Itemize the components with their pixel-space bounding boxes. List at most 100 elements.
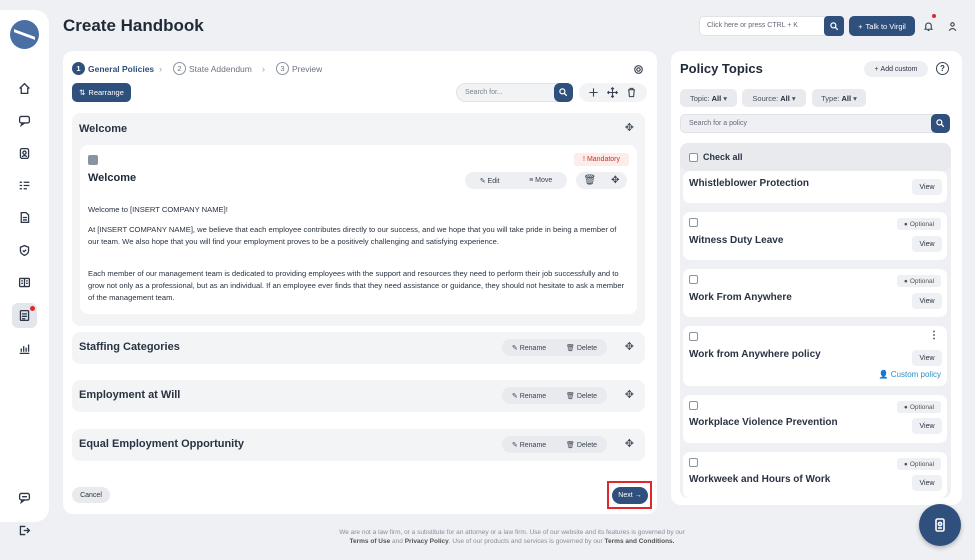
policy-item-title: Whistleblower Protection [689, 178, 810, 189]
add-icon[interactable] [588, 87, 599, 98]
privacy-policy-link[interactable]: Privacy Policy [405, 538, 449, 545]
book-icon[interactable] [12, 270, 37, 295]
drag-handle-icon[interactable]: ✥ [625, 388, 634, 401]
rename-button[interactable]: ✎ Rename [512, 392, 546, 400]
step-general-policies[interactable]: 1 General Policies [72, 62, 154, 75]
handbook-icon [935, 518, 945, 532]
terms-of-use-link[interactable]: Terms of Use [350, 538, 391, 545]
mandatory-badge: ! Mandatory [574, 153, 629, 166]
next-button[interactable]: Next → [612, 487, 648, 504]
badge-label: Mandatory [586, 156, 621, 163]
rename-label: Rename [519, 344, 547, 352]
delete-button[interactable]: 🗑 Delete [566, 392, 597, 400]
section-staffing-categories: Staffing Categories ✎ Rename 🗑 Delete ✥ [72, 332, 645, 364]
filter-label: Source: [752, 93, 779, 103]
policy-item-custom: ⋮ Work from Anywhere policy View 👤 Custo… [683, 326, 947, 386]
section-search-input[interactable]: Search for... [456, 83, 573, 102]
policy-item: ● Optional Witness Duty Leave View [683, 212, 947, 260]
policy-search-input[interactable]: Search for a policy [680, 114, 950, 133]
next-button-highlight: Next → [607, 481, 652, 509]
view-button[interactable]: View [912, 418, 942, 434]
section-employment-at-will: Employment at Will ✎ Rename 🗑 Delete ✥ [72, 380, 645, 412]
search-icon[interactable] [931, 114, 950, 133]
type-filter[interactable]: Type: All ▾ [812, 89, 866, 107]
edit-button[interactable]: ✎ Edit [480, 177, 500, 185]
trash-icon[interactable] [626, 87, 637, 98]
policy-checkbox[interactable] [689, 275, 698, 284]
chat-icon[interactable] [12, 108, 37, 133]
policy-title: Welcome [88, 172, 137, 184]
custom-policy-label: 👤 Custom policy [878, 370, 941, 379]
home-icon[interactable] [12, 76, 37, 101]
drag-handle-icon[interactable]: ✥ [625, 437, 634, 450]
delete-button[interactable]: 🗑 Delete [566, 441, 597, 449]
policy-item-title: Witness Duty Leave [689, 235, 784, 246]
logout-icon[interactable] [12, 518, 37, 543]
optional-badge: ● Optional [897, 218, 941, 230]
policy-checkbox[interactable] [689, 218, 698, 227]
analytics-icon[interactable] [12, 336, 37, 361]
step-number: 2 [173, 62, 186, 75]
policy-checkbox[interactable] [689, 401, 698, 410]
user-icon[interactable] [944, 18, 960, 34]
feedback-icon[interactable] [12, 485, 37, 510]
rename-button[interactable]: ✎ Rename [512, 344, 546, 352]
search-icon[interactable] [824, 16, 844, 36]
caret-down-icon: ▾ [853, 93, 857, 103]
section-actions: ✎ Rename 🗑 Delete [502, 436, 607, 453]
shield-icon[interactable] [12, 238, 37, 263]
bell-icon[interactable] [920, 18, 936, 34]
help-icon[interactable]: ? [936, 62, 949, 75]
view-button[interactable]: View [912, 236, 942, 252]
drag-handle-icon[interactable]: ✥ [625, 340, 634, 353]
document-icon[interactable] [12, 205, 37, 230]
policy-paragraph: Each member of our management team is de… [88, 269, 625, 303]
drag-handle-icon[interactable]: ✥ [611, 175, 619, 186]
chevron-right-icon: › [262, 64, 265, 74]
tag-label: Optional [909, 277, 935, 285]
check-all-checkbox[interactable] [689, 153, 698, 162]
view-button[interactable]: View [912, 475, 942, 491]
delete-button[interactable]: 🗑 Delete [566, 344, 597, 352]
policy-item-title: Workweek and Hours of Work [689, 474, 831, 485]
move-button[interactable]: ≡ Move [529, 177, 552, 184]
optional-badge: ● Optional [897, 275, 941, 287]
drag-handle-icon[interactable]: ✥ [625, 121, 634, 134]
assistant-fab[interactable] [919, 504, 961, 546]
edit-label: Edit [487, 177, 500, 185]
talk-to-virgil-button[interactable]: + Talk to Virgil [849, 16, 915, 36]
more-options-icon[interactable]: ⋮ [929, 330, 939, 341]
source-filter[interactable]: Source: All ▾ [742, 89, 806, 107]
terms-and-conditions-link[interactable]: Terms and Conditions. [605, 538, 675, 545]
gear-icon[interactable] [631, 62, 645, 76]
search-icon[interactable] [554, 83, 573, 102]
view-button[interactable]: View [912, 293, 942, 309]
caret-down-icon: ▾ [723, 93, 727, 103]
move-icon[interactable] [607, 87, 618, 98]
logo[interactable] [10, 20, 39, 49]
notification-dot [30, 306, 35, 311]
topic-filter[interactable]: Topic: All ▾ [680, 89, 737, 107]
view-button[interactable]: View [912, 179, 942, 195]
add-custom-label: Add custom [880, 65, 918, 73]
rearrange-button[interactable]: ⇅ Rearrange [72, 83, 131, 102]
optional-badge: ● Optional [897, 458, 941, 470]
delete-label: Delete [576, 392, 598, 400]
view-button[interactable]: View [912, 350, 942, 366]
step-preview[interactable]: 3 Preview [276, 62, 322, 75]
policy-paragraph: At [INSERT COMPANY NAME], we believe tha… [88, 225, 617, 247]
checklist-icon[interactable] [12, 173, 37, 198]
arrow-right-icon: → [634, 492, 642, 499]
section-title: Staffing Categories [79, 341, 180, 353]
policy-checkbox[interactable] [689, 332, 698, 341]
chevron-right-icon: › [159, 64, 162, 74]
global-search-input[interactable]: Click here or press CTRL + K [699, 16, 844, 36]
add-custom-button[interactable]: + Add custom [864, 61, 928, 77]
trash-icon[interactable]: 🗑 [583, 175, 596, 186]
rename-button[interactable]: ✎ Rename [512, 441, 546, 449]
cancel-button[interactable]: Cancel [72, 487, 110, 503]
id-card-icon[interactable] [12, 141, 37, 166]
tag-icon: ● [903, 403, 908, 411]
policy-checkbox[interactable] [689, 458, 698, 467]
step-state-addendum[interactable]: 2 State Addendum [173, 62, 252, 75]
